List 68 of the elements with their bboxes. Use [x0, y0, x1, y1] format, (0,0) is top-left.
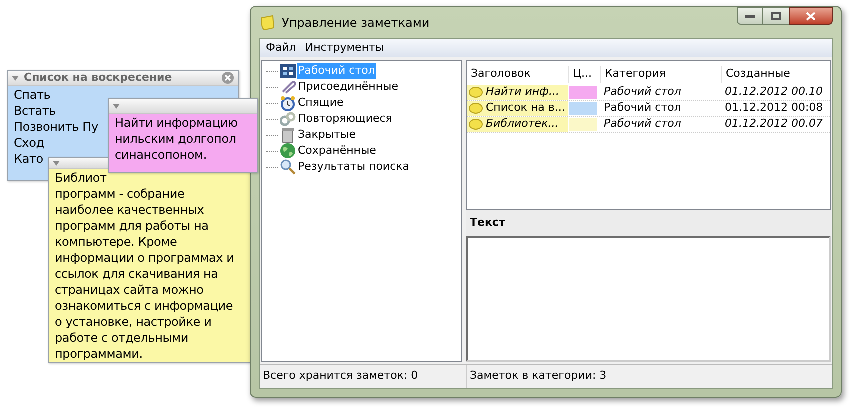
table-cell-text: 01.12.2012 00.07 [724, 116, 824, 132]
trash-can-icon [282, 128, 294, 142]
minimize-icon [745, 14, 755, 18]
note-line: компьютере. Кроме [55, 234, 178, 250]
note-line: Встать [14, 103, 56, 119]
desktop-icon [280, 64, 296, 78]
status-text: Всего хранится заметок: 0 [262, 368, 420, 384]
note-line: Позвонить Пу [14, 119, 98, 135]
tree-item[interactable]: Закрытые [297, 126, 357, 144]
column-header[interactable]: Категория [600, 66, 721, 83]
status-text: Заметок в категории: 3 [466, 365, 832, 388]
note-title: Список на воскресение [24, 70, 174, 86]
table-cell-text: Рабочий стол [603, 116, 682, 132]
note-line: информации о программах и [55, 250, 234, 266]
tree-item[interactable]: Присоединённые [297, 78, 400, 96]
maximize-button[interactable] [763, 7, 789, 25]
note-line: о установке, настройке и [55, 314, 212, 330]
table-cell-text: Найти инф... [486, 84, 560, 100]
menu-item[interactable]: Инструменты [301, 40, 388, 56]
alarm-clock-icon [280, 96, 296, 110]
column-header[interactable]: Ц... [568, 66, 600, 83]
paperclip-icon [280, 80, 296, 94]
note-line: работе с отдельными [55, 330, 188, 346]
dropdown-icon[interactable] [53, 160, 60, 166]
tree-item[interactable]: Сохранённые [297, 142, 378, 160]
note-icon [469, 87, 483, 98]
window-title: Управление заметками [282, 14, 430, 32]
note-line: синансопоном. [115, 147, 208, 163]
tree-item[interactable]: Спящие [297, 94, 345, 112]
dropdown-icon[interactable] [12, 76, 19, 80]
table-cell-text: Библиотек... [486, 116, 559, 132]
note-line: ссылок для скачивания на [55, 266, 218, 282]
note-line: программ - собрание [55, 186, 185, 202]
table-cell-text: Рабочий стол [603, 84, 682, 100]
note-line: Като [14, 151, 44, 167]
minimize-button[interactable] [737, 7, 763, 25]
note-line: страницах сайта можно [55, 282, 204, 298]
dropdown-icon[interactable] [113, 104, 120, 108]
note-line: Найти информацию [115, 115, 238, 131]
table-cell-text: 01.12.2012 00.10 [724, 84, 824, 100]
text-area[interactable] [466, 236, 831, 362]
note-line: Сход [14, 135, 44, 151]
column-header[interactable]: Заголовок [467, 66, 568, 83]
panel-title: Текст [470, 214, 506, 231]
note-line: Спать [14, 87, 51, 103]
note-icon [469, 119, 483, 130]
tree-item[interactable]: Результаты поиска [297, 158, 411, 176]
search-icon [280, 159, 296, 175]
table-cell-text: Рабочий стол [603, 100, 682, 116]
note-line: ознакомиться с информацие [55, 298, 234, 314]
note-line: программами. [55, 346, 143, 362]
table-cell-text: 01.12.2012 00:08 [724, 100, 824, 116]
close-button[interactable] [789, 7, 833, 25]
close-icon[interactable] [222, 72, 234, 84]
globe-icon [280, 143, 296, 159]
note-icon [469, 103, 483, 114]
note-line: Библиот [55, 170, 107, 186]
gears-icon [280, 112, 296, 126]
note-icon [260, 14, 276, 30]
column-header[interactable]: Созданные [721, 66, 830, 83]
note-line: программ для работы на [55, 218, 209, 234]
note-line: нильским долгопол [115, 131, 236, 147]
tree-item[interactable]: Повторяющиеся [297, 110, 394, 128]
menu-item[interactable]: Файл [262, 40, 300, 56]
maximize-icon [771, 12, 781, 20]
close-icon [806, 12, 816, 20]
table-cell-text: Список на в... [486, 100, 566, 116]
note-line: наиболее качественных [55, 202, 204, 218]
